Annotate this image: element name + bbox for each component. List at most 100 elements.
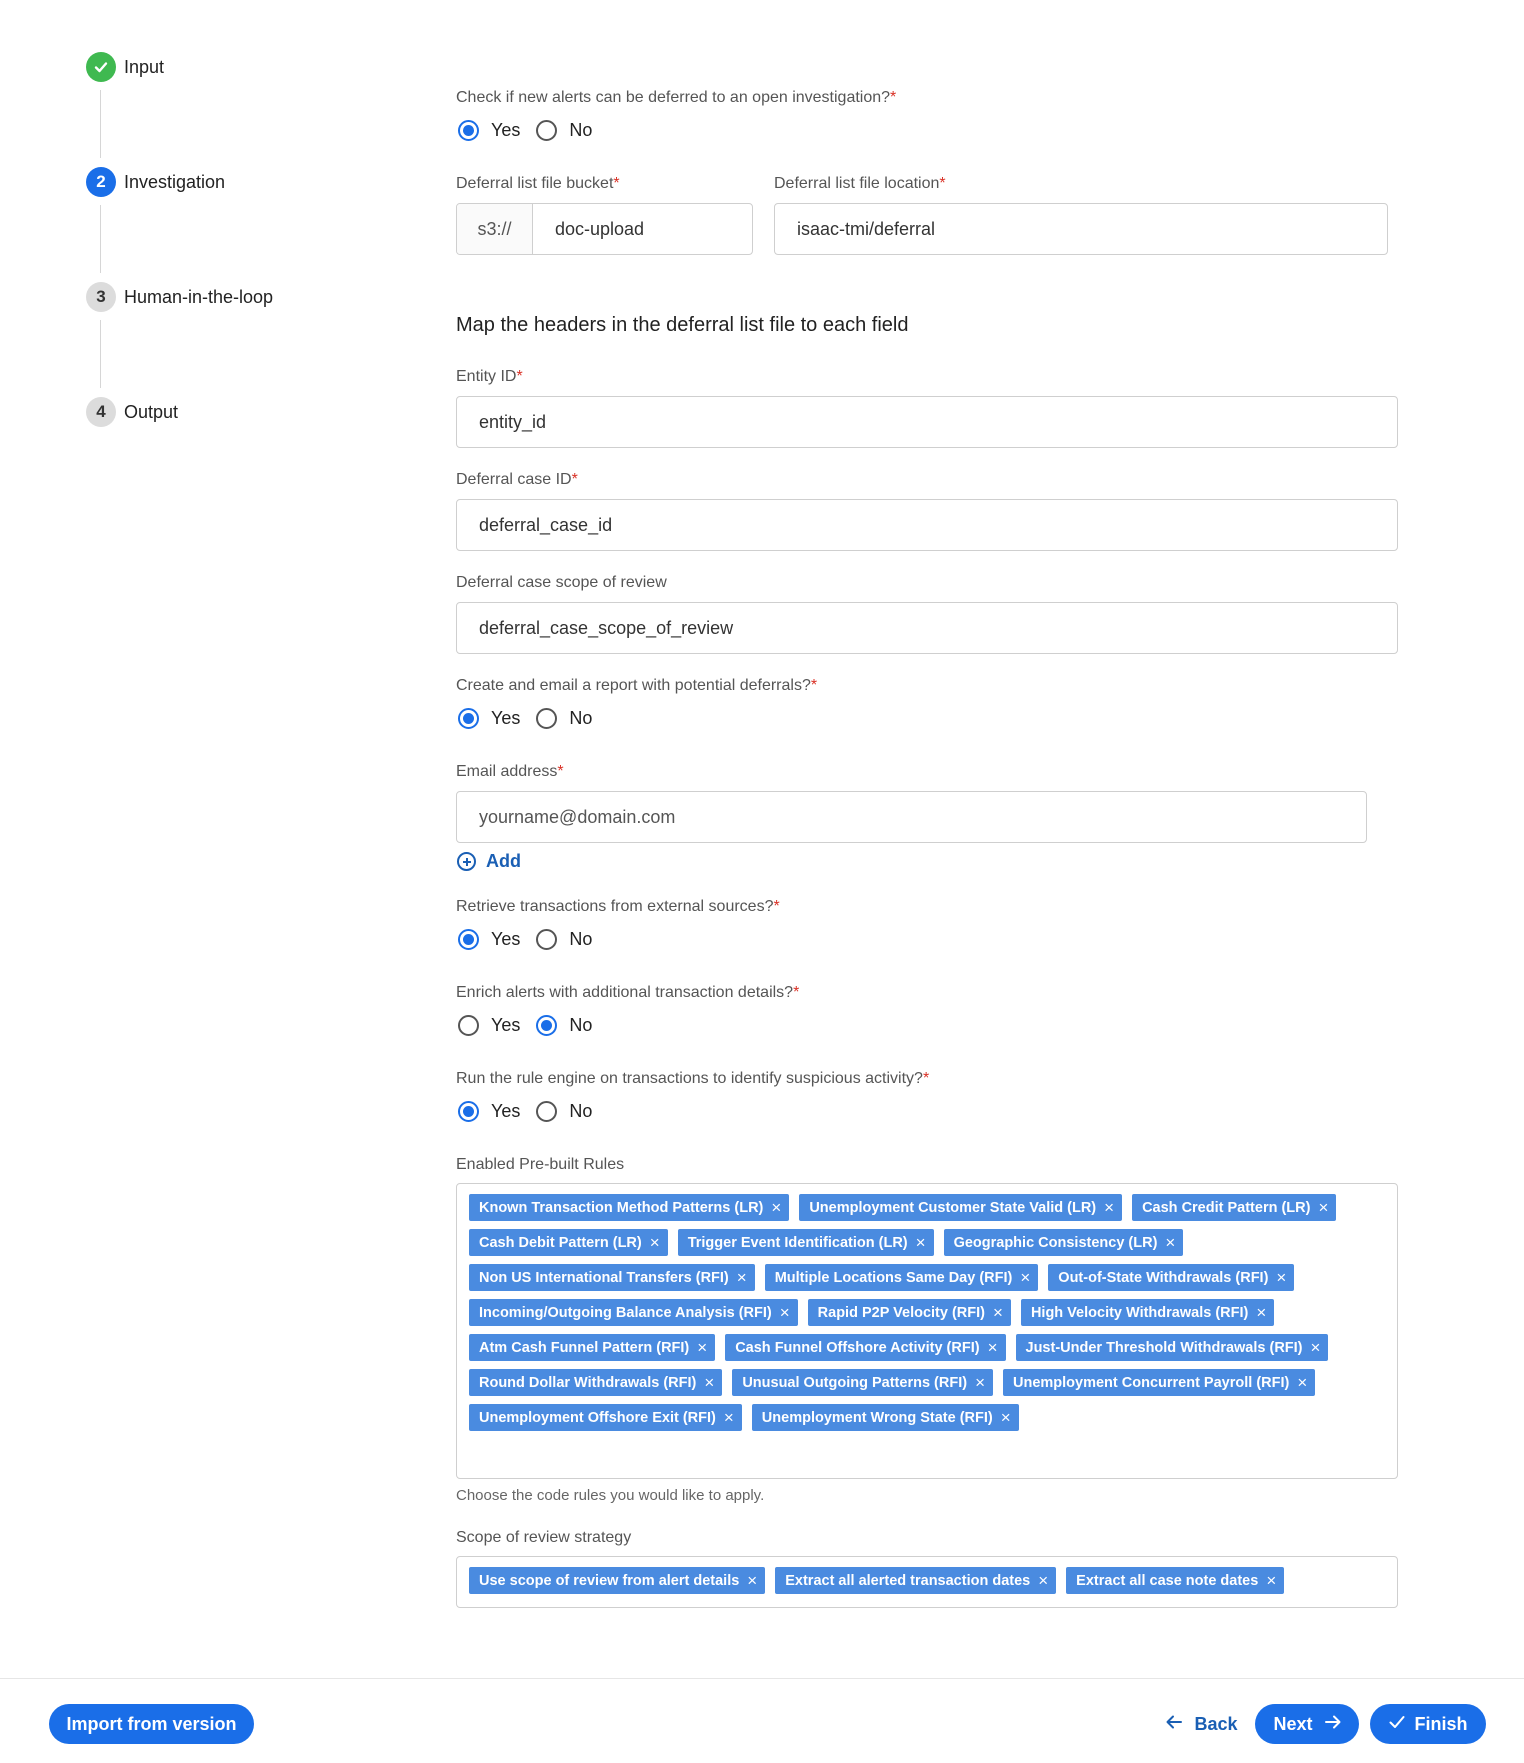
close-icon[interactable]: × [780, 1304, 790, 1321]
close-icon[interactable]: × [747, 1572, 757, 1589]
close-icon[interactable]: × [697, 1339, 707, 1356]
close-icon[interactable]: × [1104, 1199, 1114, 1216]
close-icon[interactable]: × [1038, 1572, 1048, 1589]
step-investigation[interactable]: 2 Investigation [86, 167, 225, 197]
bucket-prefix: s3:// [457, 204, 533, 254]
close-icon[interactable]: × [1020, 1269, 1030, 1286]
close-icon[interactable]: × [771, 1199, 781, 1216]
import-from-version-button[interactable]: Import from version [49, 1704, 254, 1744]
close-icon[interactable]: × [1297, 1374, 1307, 1391]
defer-yes-radio[interactable]: Yes [458, 119, 520, 141]
step-human-in-the-loop[interactable]: 3 Human-in-the-loop [86, 282, 273, 312]
tag-label: Round Dollar Withdrawals (RFI) [479, 1374, 697, 1391]
close-icon[interactable]: × [737, 1269, 747, 1286]
close-icon[interactable]: × [1276, 1269, 1286, 1286]
rule-tag: Non US International Transfers (RFI) × [469, 1264, 755, 1291]
rule-tag: Cash Debit Pattern (LR) × [469, 1229, 668, 1256]
tag-label: Extract all case note dates [1076, 1572, 1259, 1589]
close-icon[interactable]: × [993, 1304, 1003, 1321]
close-icon[interactable]: × [1266, 1572, 1276, 1589]
strategy-tag: Use scope of review from alert details × [469, 1567, 766, 1594]
deferral-case-id-input[interactable]: deferral_case_id [456, 499, 1398, 551]
rule-tag: Out-of-State Withdrawals (RFI) × [1048, 1264, 1295, 1291]
entity-id-input[interactable]: entity_id [456, 396, 1398, 448]
rule-tag: Trigger Event Identification (LR) × [677, 1229, 934, 1256]
external-no-radio[interactable]: No [536, 928, 592, 950]
rule-tag: Cash Credit Pattern (LR) × [1132, 1194, 1337, 1221]
report-question-label: Create and email a report with potential… [456, 677, 818, 694]
close-icon[interactable]: × [1256, 1304, 1266, 1321]
next-button[interactable]: Next [1255, 1704, 1359, 1744]
step-connector [100, 90, 101, 158]
rule-engine-radio-group: Yes No [458, 1100, 608, 1122]
external-question-label: Retrieve transactions from external sour… [456, 898, 780, 915]
footer-divider [0, 1678, 1524, 1679]
tag-label: Cash Funnel Offshore Activity (RFI) [735, 1339, 980, 1356]
enabled-rules-multiselect[interactable]: Known Transaction Method Patterns (LR) × U… [456, 1183, 1398, 1479]
defer-radio-group: Yes No [458, 119, 608, 141]
rule-tag: Known Transaction Method Patterns (LR) × [469, 1194, 790, 1221]
tag-label: Cash Debit Pattern (LR) [479, 1234, 642, 1251]
defer-no-radio[interactable]: No [536, 119, 592, 141]
report-radio-group: Yes No [458, 707, 608, 729]
close-icon[interactable]: × [975, 1374, 985, 1391]
report-no-radio[interactable]: No [536, 707, 592, 729]
tag-label: Rapid P2P Velocity (RFI) [817, 1304, 985, 1321]
stepper: Input 2 Investigation 3 Human-in-the-loo… [86, 52, 346, 432]
report-yes-radio[interactable]: Yes [458, 707, 520, 729]
location-input[interactable]: isaac-tmi/deferral [774, 203, 1388, 255]
close-icon[interactable]: × [1318, 1199, 1328, 1216]
close-icon[interactable]: × [1165, 1234, 1175, 1251]
tag-label: Unemployment Concurrent Payroll (RFI) [1013, 1374, 1290, 1391]
rule-tag: Multiple Locations Same Day (RFI) × [764, 1264, 1039, 1291]
external-yes-radio[interactable]: Yes [458, 928, 520, 950]
step-label: Human-in-the-loop [124, 286, 274, 307]
close-icon[interactable]: × [724, 1409, 734, 1426]
close-icon[interactable]: × [916, 1234, 926, 1251]
tag-label: Geographic Consistency (LR) [953, 1234, 1158, 1251]
rule-engine-yes-radio[interactable]: Yes [458, 1100, 520, 1122]
tag-label: High Velocity Withdrawals (RFI) [1030, 1304, 1249, 1321]
check-icon [86, 52, 116, 82]
finish-button[interactable]: Finish [1370, 1704, 1486, 1744]
check-icon [1389, 1713, 1405, 1735]
tag-label: Just-Under Threshold Withdrawals (RFI) [1025, 1339, 1303, 1356]
tag-label: Multiple Locations Same Day (RFI) [774, 1269, 1013, 1286]
close-icon[interactable]: × [704, 1374, 714, 1391]
rule-tag: High Velocity Withdrawals (RFI) × [1020, 1299, 1275, 1326]
rule-tag: Round Dollar Withdrawals (RFI) × [469, 1369, 723, 1396]
rule-tag: Unemployment Wrong State (RFI) × [751, 1404, 1019, 1431]
close-icon[interactable]: × [1001, 1409, 1011, 1426]
tag-label: Unemployment Wrong State (RFI) [761, 1409, 993, 1426]
step-input[interactable]: Input [86, 52, 164, 82]
enrich-yes-radio[interactable]: Yes [458, 1014, 520, 1036]
scope-of-review-input[interactable]: deferral_case_scope_of_review [456, 602, 1398, 654]
rule-tag: Unusual Outgoing Patterns (RFI) × [732, 1369, 993, 1396]
add-email-button[interactable]: Add [457, 851, 521, 872]
close-icon[interactable]: × [650, 1234, 660, 1251]
step-label: Input [124, 56, 165, 77]
bucket-input[interactable]: doc-upload [533, 204, 752, 254]
tag-label: Unusual Outgoing Patterns (RFI) [742, 1374, 968, 1391]
scope-of-review-label: Deferral case scope of review [456, 574, 667, 591]
step-connector [100, 205, 101, 273]
map-headers-title: Map the headers in the deferral list fil… [456, 314, 909, 336]
close-icon[interactable]: × [1311, 1339, 1321, 1356]
back-button[interactable]: Back [1148, 1704, 1256, 1744]
enrich-no-radio[interactable]: No [536, 1014, 592, 1036]
tag-label: Cash Credit Pattern (LR) [1142, 1199, 1311, 1216]
rule-tag: Incoming/Outgoing Balance Analysis (RFI)… [469, 1299, 798, 1326]
rule-tag: Unemployment Offshore Exit (RFI) × [469, 1404, 742, 1431]
tag-label: Trigger Event Identification (LR) [687, 1234, 908, 1251]
bucket-field[interactable]: s3:// doc-upload [456, 203, 753, 255]
rule-tag: Rapid P2P Velocity (RFI) × [807, 1299, 1011, 1326]
tag-label: Unemployment Offshore Exit (RFI) [479, 1409, 716, 1426]
step-number: 3 [86, 282, 116, 312]
defer-question-label: Check if new alerts can be deferred to a… [456, 89, 897, 106]
email-field[interactable]: yourname@domain.com [456, 791, 1367, 843]
strategy-multiselect[interactable]: Use scope of review from alert details × E… [456, 1556, 1398, 1608]
close-icon[interactable]: × [988, 1339, 998, 1356]
rule-engine-no-radio[interactable]: No [536, 1100, 592, 1122]
step-output[interactable]: 4 Output [86, 397, 178, 427]
arrow-left-icon [1166, 1713, 1183, 1735]
